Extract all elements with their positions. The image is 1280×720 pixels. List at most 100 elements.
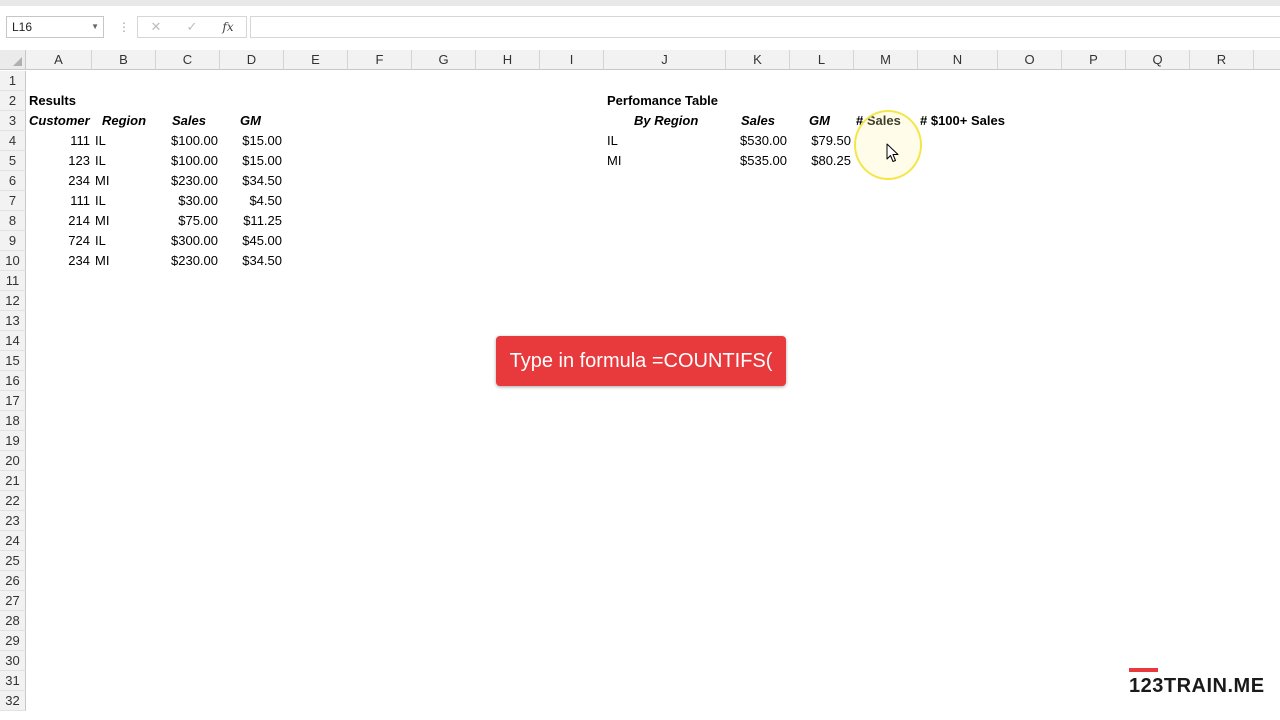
row-header[interactable]: 19	[0, 431, 26, 451]
sales-cell[interactable]: $230.00	[150, 251, 218, 271]
customer-cell[interactable]: 214	[30, 211, 90, 231]
perf-gm-cell[interactable]: $80.25	[790, 151, 851, 171]
row-header[interactable]: 32	[0, 691, 26, 711]
row-header[interactable]: 9	[0, 231, 26, 251]
row-header[interactable]: 6	[0, 171, 26, 191]
chevron-down-icon[interactable]: ▼	[91, 17, 99, 37]
row-header[interactable]: 3	[0, 111, 26, 131]
region-cell[interactable]: IL	[95, 131, 106, 151]
row-header[interactable]: 1	[0, 71, 26, 91]
header-gm[interactable]: GM	[240, 111, 261, 131]
column-header-l[interactable]: L	[790, 50, 854, 70]
row-header[interactable]: 23	[0, 511, 26, 531]
sales-cell[interactable]: $75.00	[150, 211, 218, 231]
performance-title[interactable]: Perfomance Table	[607, 91, 718, 111]
cancel-icon[interactable]: ✕	[143, 17, 169, 37]
formula-input[interactable]	[250, 16, 1280, 38]
row-header[interactable]: 22	[0, 491, 26, 511]
perf-region-cell[interactable]: MI	[607, 151, 621, 171]
row-header[interactable]: 14	[0, 331, 26, 351]
region-cell[interactable]: IL	[95, 191, 106, 211]
customer-cell[interactable]: 123	[30, 151, 90, 171]
column-header-j[interactable]: J	[604, 50, 726, 70]
region-cell[interactable]: MI	[95, 171, 109, 191]
name-box[interactable]: L16 ▼	[6, 16, 104, 38]
region-cell[interactable]: MI	[95, 251, 109, 271]
row-header[interactable]: 31	[0, 671, 26, 691]
row-header[interactable]: 21	[0, 471, 26, 491]
column-header-p[interactable]: P	[1062, 50, 1126, 70]
row-header[interactable]: 26	[0, 571, 26, 591]
customer-cell[interactable]: 234	[30, 251, 90, 271]
enter-icon[interactable]: ✓	[179, 17, 205, 37]
header-sales[interactable]: Sales	[172, 111, 206, 131]
row-header[interactable]: 16	[0, 371, 26, 391]
column-header-i[interactable]: I	[540, 50, 604, 70]
row-header[interactable]: 25	[0, 551, 26, 571]
column-header-o[interactable]: O	[998, 50, 1062, 70]
row-header[interactable]: 28	[0, 611, 26, 631]
column-header-d[interactable]: D	[220, 50, 284, 70]
row-header[interactable]: 17	[0, 391, 26, 411]
column-header-g[interactable]: G	[412, 50, 476, 70]
header-customer[interactable]: Customer	[29, 111, 90, 131]
sales-cell[interactable]: $300.00	[150, 231, 218, 251]
header-perf-gm[interactable]: GM	[809, 111, 830, 131]
gm-cell[interactable]: $15.00	[222, 131, 282, 151]
row-header[interactable]: 10	[0, 251, 26, 271]
row-header[interactable]: 15	[0, 351, 26, 371]
gm-cell[interactable]: $34.50	[222, 251, 282, 271]
column-header-n[interactable]: N	[918, 50, 998, 70]
column-header-q[interactable]: Q	[1126, 50, 1190, 70]
row-header[interactable]: 5	[0, 151, 26, 171]
row-header[interactable]: 30	[0, 651, 26, 671]
gm-cell[interactable]: $34.50	[222, 171, 282, 191]
customer-cell[interactable]: 111	[30, 131, 90, 151]
row-header[interactable]: 8	[0, 211, 26, 231]
row-header[interactable]: 7	[0, 191, 26, 211]
gm-cell[interactable]: $45.00	[222, 231, 282, 251]
column-header-e[interactable]: E	[284, 50, 348, 70]
customer-cell[interactable]: 111	[30, 191, 90, 211]
sales-cell[interactable]: $100.00	[150, 151, 218, 171]
row-header[interactable]: 27	[0, 591, 26, 611]
column-header-h[interactable]: H	[476, 50, 540, 70]
customer-cell[interactable]: 724	[30, 231, 90, 251]
row-header[interactable]: 20	[0, 451, 26, 471]
column-header-b[interactable]: B	[92, 50, 156, 70]
perf-region-cell[interactable]: IL	[607, 131, 618, 151]
column-header-c[interactable]: C	[156, 50, 220, 70]
header-by-region[interactable]: By Region	[634, 111, 698, 131]
column-header-f[interactable]: F	[348, 50, 412, 70]
insert-function-icon[interactable]: fx	[215, 17, 241, 37]
row-header[interactable]: 13	[0, 311, 26, 331]
row-header[interactable]: 4	[0, 131, 26, 151]
sales-cell[interactable]: $100.00	[150, 131, 218, 151]
header-num-100-sales[interactable]: # $100+ Sales	[920, 111, 1005, 131]
column-header-a[interactable]: A	[26, 50, 92, 70]
select-all-button[interactable]	[0, 50, 26, 70]
gm-cell[interactable]: $11.25	[222, 211, 282, 231]
gm-cell[interactable]: $4.50	[222, 191, 282, 211]
region-cell[interactable]: IL	[95, 151, 106, 171]
row-header[interactable]: 29	[0, 631, 26, 651]
column-header-k[interactable]: K	[726, 50, 790, 70]
gm-cell[interactable]: $15.00	[222, 151, 282, 171]
row-header[interactable]: 24	[0, 531, 26, 551]
perf-sales-cell[interactable]: $530.00	[720, 131, 787, 151]
row-header[interactable]: 18	[0, 411, 26, 431]
column-header-m[interactable]: M	[854, 50, 918, 70]
perf-gm-cell[interactable]: $79.50	[790, 131, 851, 151]
region-cell[interactable]: IL	[95, 231, 106, 251]
header-perf-sales[interactable]: Sales	[741, 111, 775, 131]
sales-cell[interactable]: $230.00	[150, 171, 218, 191]
row-header[interactable]: 12	[0, 291, 26, 311]
row-header[interactable]: 2	[0, 91, 26, 111]
sales-cell[interactable]: $30.00	[150, 191, 218, 211]
header-region[interactable]: Region	[102, 111, 146, 131]
region-cell[interactable]: MI	[95, 211, 109, 231]
row-header[interactable]: 11	[0, 271, 26, 291]
column-header-r[interactable]: R	[1190, 50, 1254, 70]
results-title[interactable]: Results	[29, 91, 76, 111]
perf-sales-cell[interactable]: $535.00	[720, 151, 787, 171]
